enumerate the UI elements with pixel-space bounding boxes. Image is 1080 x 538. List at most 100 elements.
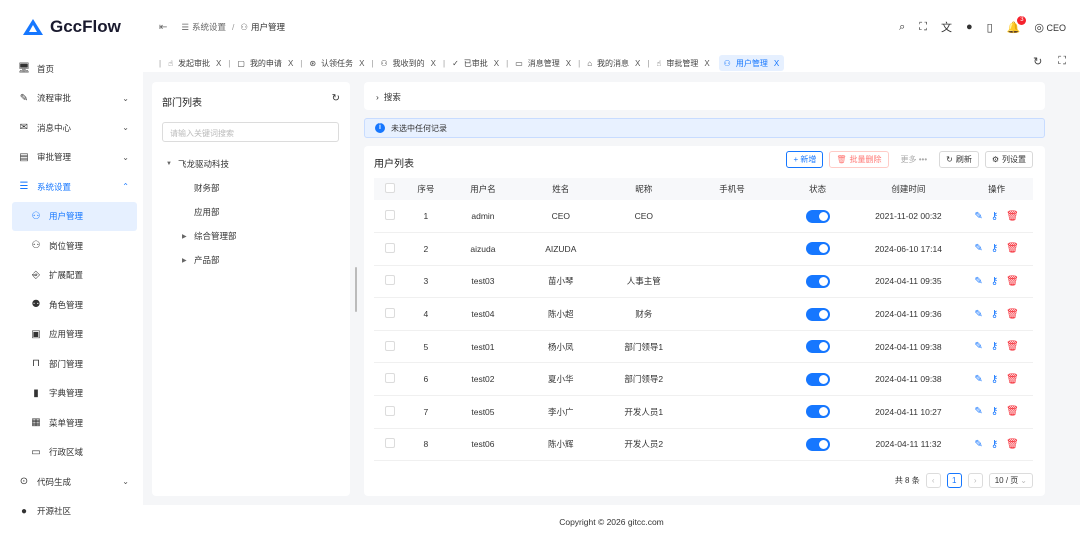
sidebar-item-code-generation[interactable]: ⊙ 代码生成 ⌄ xyxy=(0,467,143,497)
delete-icon[interactable]: 🗑 xyxy=(1006,374,1019,385)
close-icon[interactable]: X xyxy=(494,59,499,68)
column-header[interactable]: 用户名 xyxy=(446,178,520,200)
table-row[interactable]: 5 test01 杨小凤 部门领导1 2024-04-11 09:38 ✎ ⚷ 🗑 xyxy=(374,330,1033,364)
delete-icon[interactable]: 🗑 xyxy=(1006,309,1019,320)
more-button[interactable]: 更多 ••• xyxy=(894,151,934,168)
tree-node[interactable]: ▼ 飞龙驱动科技 xyxy=(166,152,237,176)
tab-approved[interactable]: ✓ 已审批 X xyxy=(447,55,504,71)
tab-received[interactable]: ⚇ 我收到的 X xyxy=(375,55,441,71)
collapse-sidebar-icon[interactable]: ⇤ xyxy=(159,22,167,33)
edit-icon[interactable]: ✎ xyxy=(974,374,982,385)
table-row[interactable]: 2 aizuda AIZUDA 2024-06-10 17:14 ✎ ⚷ 🗑 xyxy=(374,232,1033,266)
column-header[interactable]: 创建时间 xyxy=(856,178,961,200)
close-icon[interactable]: X xyxy=(704,59,709,68)
status-toggle[interactable] xyxy=(805,340,830,354)
row-checkbox[interactable] xyxy=(384,275,395,286)
close-icon[interactable]: X xyxy=(635,59,640,68)
column-header[interactable]: 序号 xyxy=(405,178,447,200)
table-row[interactable]: 6 test02 夏小华 部门领导2 2024-04-11 09:38 ✎ ⚷ 🗑 xyxy=(374,362,1033,397)
key-icon[interactable]: ⚷ xyxy=(991,309,998,320)
column-header[interactable]: 手机号 xyxy=(685,178,779,200)
translate-icon[interactable]: 文 xyxy=(941,19,952,35)
tree-node[interactable]: ▶ 产品部 xyxy=(166,248,237,272)
status-toggle[interactable] xyxy=(805,307,830,321)
prev-page-button[interactable]: ‹ xyxy=(925,473,941,488)
brand-logo[interactable]: GccFlow xyxy=(0,0,143,54)
tree-arrow-icon[interactable]: ▶ xyxy=(182,233,194,240)
close-icon[interactable]: X xyxy=(216,59,221,68)
fullscreen-icon[interactable]: ⛶ xyxy=(1058,55,1066,68)
tree-node[interactable]: ▶ 综合管理部 xyxy=(166,224,237,248)
panel-resize-handle[interactable] xyxy=(355,267,357,312)
refresh-icon[interactable]: ↻ xyxy=(332,93,340,104)
sidebar-item-open-source[interactable]: ● 开源社区 xyxy=(0,497,143,527)
key-icon[interactable]: ⚷ xyxy=(991,439,998,450)
sidebar-item-post-management[interactable]: ⚇ 岗位管理 xyxy=(0,231,143,261)
status-toggle[interactable] xyxy=(805,242,830,256)
tab-my-messages[interactable]: ⌂ 我的消息 X xyxy=(582,55,645,71)
sidebar-item-menu-management[interactable]: ▦ 菜单管理 xyxy=(0,408,143,438)
row-checkbox[interactable] xyxy=(384,405,395,416)
select-all-checkbox[interactable] xyxy=(384,183,395,193)
reload-icon[interactable]: ↻ xyxy=(1033,55,1042,68)
close-icon[interactable]: X xyxy=(566,59,571,68)
table-row[interactable]: 1 admin CEO CEO 2021-11-02 00:32 ✎ ⚷ 🗑 xyxy=(374,200,1033,234)
tab-start-approval[interactable]: ☝ 发起审批 X xyxy=(163,55,226,71)
page-number-button[interactable]: 1 xyxy=(946,473,962,488)
table-row[interactable]: 3 test03 苗小琴 人事主管 2024-04-11 09:35 ✎ ⚷ 🗑 xyxy=(374,265,1033,299)
department-search-input[interactable]: 请输入关键词搜索 xyxy=(162,122,339,142)
close-icon[interactable]: X xyxy=(431,59,436,68)
sidebar-item-app-management[interactable]: ▣ 应用管理 xyxy=(0,320,143,350)
tree-node[interactable]: 应用部 xyxy=(166,200,237,224)
edit-icon[interactable]: ✎ xyxy=(974,341,982,352)
column-header[interactable]: 昵称 xyxy=(602,178,686,200)
status-toggle[interactable] xyxy=(805,372,830,386)
tab-user-management[interactable]: ⚇ 用户管理 X xyxy=(718,55,785,71)
github-icon[interactable]: ● xyxy=(966,21,973,33)
user-menu[interactable]: ◎ CEO xyxy=(1034,21,1066,34)
key-icon[interactable]: ⚷ xyxy=(991,374,998,385)
sidebar-item-role-management[interactable]: ⚉ 角色管理 xyxy=(0,290,143,320)
sidebar-item-process-approval[interactable]: ✎ 流程审批 ⌄ xyxy=(0,84,143,114)
edit-icon[interactable]: ✎ xyxy=(974,439,982,450)
status-toggle[interactable] xyxy=(805,405,830,419)
status-toggle[interactable] xyxy=(805,274,830,288)
key-icon[interactable]: ⚷ xyxy=(991,341,998,352)
status-toggle[interactable] xyxy=(805,437,830,451)
search-toggle[interactable]: › 搜索 xyxy=(364,82,1045,110)
delete-icon[interactable]: 🗑 xyxy=(1006,243,1019,254)
table-row[interactable]: 4 test04 陈小超 财务 2024-04-11 09:36 ✎ ⚷ 🗑 xyxy=(374,297,1033,331)
key-icon[interactable]: ⚷ xyxy=(991,406,998,417)
task-icon[interactable]: ▯ xyxy=(987,21,993,34)
row-checkbox[interactable] xyxy=(384,242,395,253)
add-button[interactable]: + 新增 xyxy=(786,151,824,168)
status-toggle[interactable] xyxy=(805,209,830,223)
sidebar-item-system-settings[interactable]: ☰ 系统设置 ⌃ xyxy=(0,172,143,202)
sidebar-item-approval-management[interactable]: ▤ 审批管理 ⌄ xyxy=(0,143,143,173)
delete-icon[interactable]: 🗑 xyxy=(1006,276,1019,287)
notification-bell[interactable]: 🔔 3 xyxy=(1007,15,1027,34)
sidebar-item-dictionary-management[interactable]: ▮ 字典管理 xyxy=(0,379,143,409)
refresh-button[interactable]: ↻ 刷新 xyxy=(939,151,979,168)
tree-arrow-icon[interactable]: ▼ xyxy=(166,161,178,167)
edit-icon[interactable]: ✎ xyxy=(974,276,982,287)
tree-arrow-icon[interactable]: ▶ xyxy=(182,257,194,264)
row-checkbox[interactable] xyxy=(384,438,395,449)
delete-icon[interactable]: 🗑 xyxy=(1006,341,1019,352)
close-icon[interactable]: X xyxy=(288,59,293,68)
tab-claim-tasks[interactable]: ⊛ 认领任务 X xyxy=(304,55,369,71)
row-checkbox[interactable] xyxy=(384,373,395,384)
row-checkbox[interactable] xyxy=(384,210,395,221)
close-icon[interactable]: X xyxy=(359,59,364,68)
sidebar-item-region[interactable]: ▭ 行政区域 xyxy=(0,438,143,468)
delete-icon[interactable]: 🗑 xyxy=(1006,439,1019,450)
sidebar-item-department-management[interactable]: ⊓ 部门管理 xyxy=(0,349,143,379)
sidebar-item-home[interactable]: 🖥 首页 xyxy=(0,54,143,84)
tree-node[interactable]: 财务部 xyxy=(166,176,237,200)
table-row[interactable]: 7 test05 李小广 开发人员1 2024-04-11 10:27 ✎ ⚷ 🗑 xyxy=(374,395,1033,429)
page-size-select[interactable]: 10 / 页 ⌄ xyxy=(988,473,1033,488)
column-header[interactable]: 姓名 xyxy=(519,178,603,200)
column-settings-button[interactable]: ⚙ 列设置 xyxy=(984,151,1033,168)
tab-message-management[interactable]: ▭ 消息管理 X xyxy=(510,55,576,71)
edit-icon[interactable]: ✎ xyxy=(974,309,982,320)
